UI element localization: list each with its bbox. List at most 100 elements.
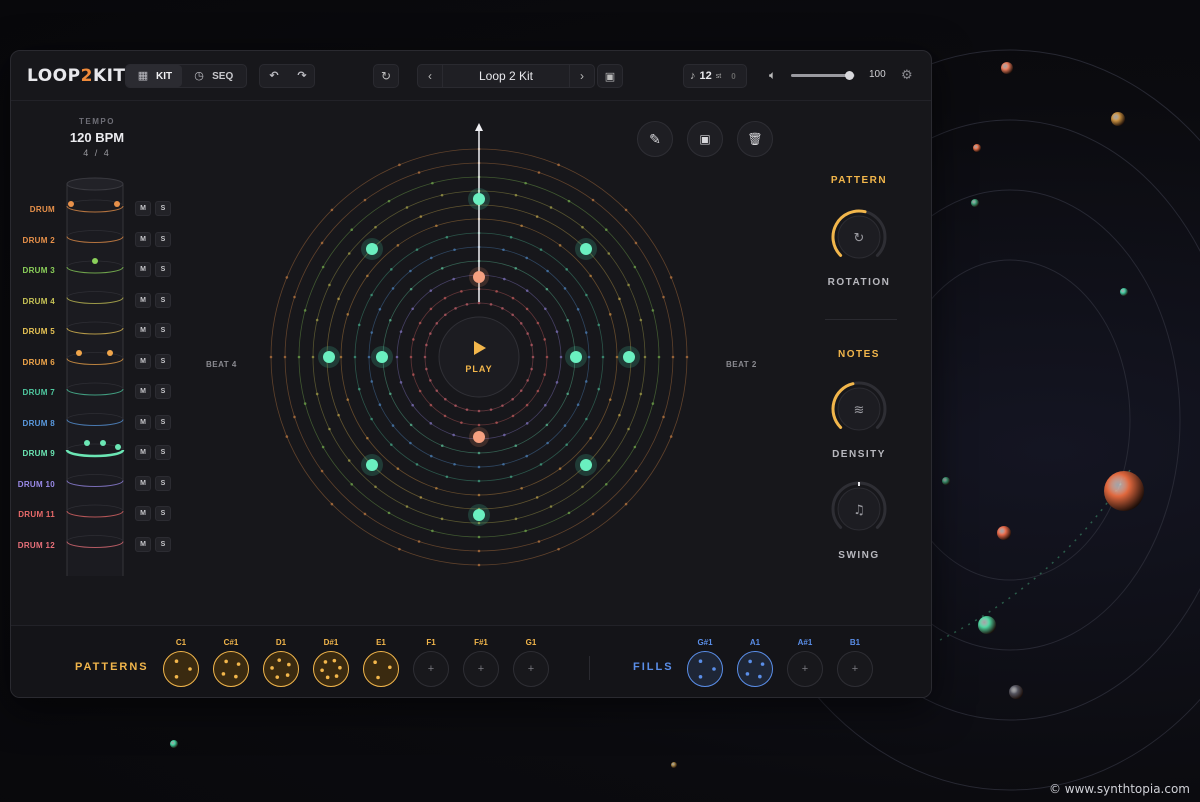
step-dot — [429, 307, 433, 311]
step-dot — [370, 380, 374, 383]
pattern-slot[interactable]: D#1 — [311, 638, 351, 687]
solo-button[interactable]: S — [155, 292, 171, 308]
pattern-slot-button[interactable]: + — [413, 651, 449, 687]
kit-name[interactable]: Loop 2 Kit — [443, 64, 569, 88]
step-dot — [477, 493, 481, 497]
step-dot — [566, 392, 569, 396]
pattern-slot-button[interactable]: + — [513, 651, 549, 687]
prev-kit-button[interactable]: ‹ — [417, 64, 443, 88]
time-signature[interactable]: 4 / 4 — [57, 148, 137, 158]
step-dot — [501, 404, 504, 407]
drum-name[interactable]: DRUM 3 — [23, 266, 55, 275]
step-dot — [454, 404, 457, 407]
step-dot — [565, 268, 568, 271]
mute-button[interactable]: M — [135, 384, 151, 399]
fill-slot[interactable]: G#1 — [685, 638, 725, 687]
pattern-dot — [698, 659, 703, 664]
mute-button[interactable]: M — [135, 445, 151, 460]
solo-button[interactable]: S — [155, 414, 171, 430]
fill-slot-button[interactable] — [737, 651, 773, 687]
delete-button[interactable]: 🗑︎ — [737, 121, 773, 157]
pattern-slot[interactable]: G1 + — [511, 638, 551, 687]
solo-button[interactable]: S — [155, 475, 171, 491]
mute-button[interactable]: M — [135, 201, 151, 216]
tempo-bpm[interactable]: 120 BPM — [57, 130, 137, 145]
mute-button[interactable]: M — [135, 506, 151, 521]
pattern-slot-button[interactable] — [263, 651, 299, 687]
mute-button[interactable]: M — [135, 292, 151, 308]
drum-name[interactable]: DRUM 12 — [18, 541, 55, 550]
solo-button[interactable]: S — [155, 262, 171, 277]
undo-button[interactable]: ↶ — [260, 65, 288, 87]
mute-button[interactable]: M — [135, 475, 151, 491]
mute-button[interactable]: M — [135, 231, 151, 247]
tab-seq[interactable]: ◷ SEQ — [182, 65, 243, 87]
swing-knob[interactable]: ♫ — [829, 479, 889, 539]
save-pattern-button[interactable]: ▣ — [687, 121, 723, 157]
volume-handle[interactable] — [844, 71, 854, 80]
drum-name[interactable]: DRUM 9 — [23, 449, 55, 458]
drum-name[interactable]: DRUM — [30, 205, 55, 214]
pattern-slot-button[interactable] — [313, 651, 349, 687]
fill-slot-button[interactable]: + — [787, 651, 823, 687]
solo-button[interactable]: S — [155, 445, 171, 460]
density-knob[interactable]: ≋ — [829, 379, 889, 439]
tab-kit[interactable]: ▦ KIT — [126, 65, 183, 87]
radial-sequencer[interactable]: PLAY — [257, 121, 697, 591]
pattern-dot — [320, 668, 324, 673]
mute-button[interactable]: M — [135, 323, 151, 338]
pattern-slot[interactable]: C1 — [161, 638, 201, 687]
pattern-slot[interactable]: F#1 + — [461, 638, 501, 687]
mute-button[interactable]: M — [135, 536, 151, 552]
reset-button[interactable]: ↻ — [373, 64, 399, 88]
step-dot — [591, 512, 595, 516]
drum-row: DRUM 3 MS — [11, 262, 181, 284]
fill-slot[interactable]: A#1 + — [785, 638, 825, 687]
edit-button[interactable]: ✎ — [637, 121, 673, 157]
fill-slot[interactable]: B1 + — [835, 638, 875, 687]
save-kit-button[interactable]: ▣ — [597, 64, 623, 88]
drum-name[interactable]: DRUM 5 — [23, 327, 55, 336]
step-dot — [429, 403, 433, 407]
plus-icon: + — [527, 663, 535, 675]
pattern-slot[interactable]: C#1 — [211, 638, 251, 687]
drum-name[interactable]: DRUM 4 — [23, 297, 55, 306]
solo-button[interactable]: S — [155, 201, 171, 216]
solo-button[interactable]: S — [155, 323, 171, 338]
play-label[interactable]: PLAY — [465, 364, 492, 374]
drum-name[interactable]: DRUM 6 — [23, 358, 55, 367]
pattern-slot-button[interactable] — [363, 651, 399, 687]
solo-button[interactable]: S — [155, 506, 171, 521]
fill-slot[interactable]: A1 — [735, 638, 775, 687]
step-dot — [440, 517, 444, 521]
solo-button[interactable]: S — [155, 384, 171, 399]
rotation-knob[interactable]: ↻ — [829, 207, 889, 267]
next-kit-button[interactable]: › — [569, 64, 595, 88]
mute-button[interactable]: M — [135, 414, 151, 430]
volume-slider[interactable] — [791, 71, 855, 80]
pattern-slot-button[interactable] — [213, 651, 249, 687]
pattern-slot-button[interactable]: + — [463, 651, 499, 687]
pattern-slot-button[interactable] — [163, 651, 199, 687]
mute-button[interactable]: M — [135, 262, 151, 277]
fill-slot-button[interactable]: + — [837, 651, 873, 687]
settings-gear-icon[interactable]: ⚙ — [901, 67, 913, 83]
drum-name[interactable]: DRUM 8 — [23, 419, 55, 428]
drum-name[interactable]: DRUM 7 — [23, 388, 55, 397]
mute-button[interactable]: M — [135, 353, 151, 369]
steps-control[interactable]: ♪ 12 st 0 — [683, 64, 747, 88]
orb — [1111, 112, 1125, 126]
solo-button[interactable]: S — [155, 231, 171, 247]
solo-button[interactable]: S — [155, 353, 171, 369]
pattern-slot[interactable]: E1 — [361, 638, 401, 687]
pattern-slot[interactable]: D1 — [261, 638, 301, 687]
drum-name[interactable]: DRUM 2 — [23, 236, 55, 245]
drum-name[interactable]: DRUM 11 — [18, 510, 55, 519]
solo-button[interactable]: S — [155, 536, 171, 552]
fill-slot-button[interactable] — [687, 651, 723, 687]
drum-name[interactable]: DRUM 10 — [18, 480, 55, 489]
pattern-slot[interactable]: F1 + — [411, 638, 451, 687]
step-dot — [477, 465, 481, 469]
redo-button[interactable]: ↷ — [288, 65, 316, 87]
step-dot — [399, 381, 403, 384]
